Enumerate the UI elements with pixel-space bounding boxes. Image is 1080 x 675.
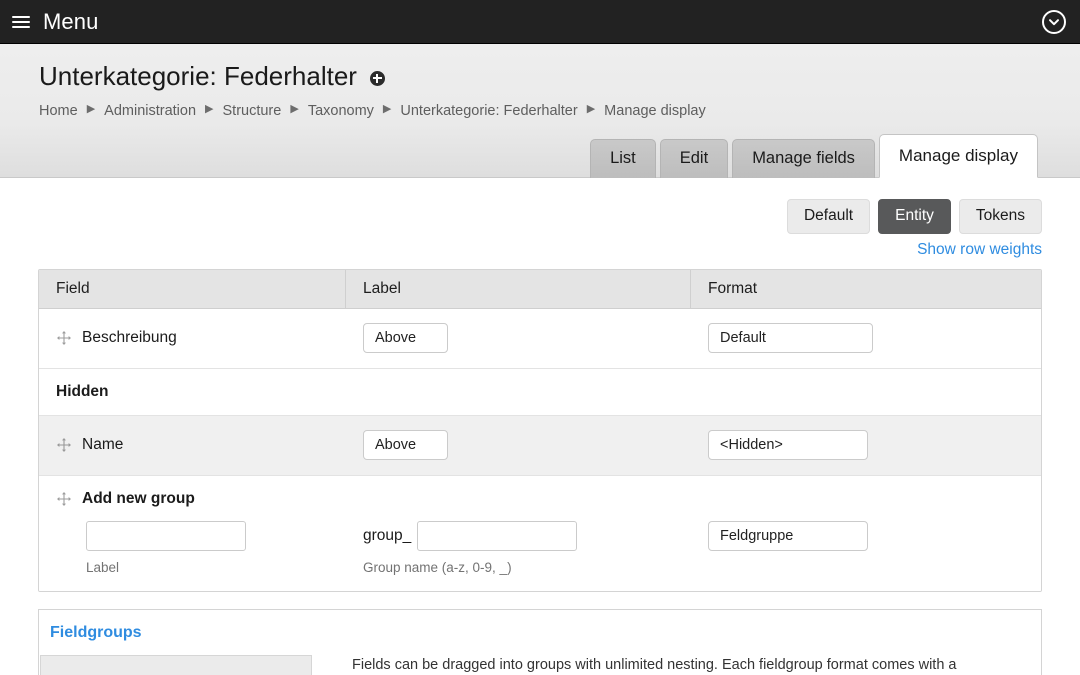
tab-bar: List Edit Manage fields Manage display [590,133,1038,178]
toolbar-left-group: Menu [12,9,98,35]
breadcrumb: Home ▶ Administration ▶ Structure ▶ Taxo… [0,103,1080,119]
view-mode-default-button[interactable]: Default [786,199,871,234]
breadcrumb-separator-icon: ▶ [205,103,214,116]
format-select[interactable]: Default [708,323,873,354]
group-name-input-wrap: group_ [363,520,691,551]
format-select[interactable]: <Hidden> [708,430,868,461]
add-new-group-row: Add new group Label group_ Group name (a… [39,475,1041,591]
section-title-hidden: Hidden [56,382,109,400]
table-row: Name Above <Hidden> [39,415,1041,476]
new-group-label-input[interactable] [86,520,246,551]
row-field-cell: Beschreibung [39,329,346,347]
add-group-format-column: Feldgruppe [691,520,1041,551]
column-header-field: Field [39,269,346,308]
tab-manage-display[interactable]: Manage display [878,133,1038,178]
new-group-label-description: Label [86,559,120,575]
add-group-label-column: Label [39,520,346,575]
move-handle-icon[interactable] [56,491,72,507]
tab-manage-fields[interactable]: Manage fields [732,139,875,178]
fieldgroups-panel: Fieldgroups Fields can be dragged into g… [38,608,1042,675]
top-toolbar: Menu [0,0,1080,44]
add-new-group-fields: Label group_ Group name (a-z, 0-9, _) Fe… [39,520,1041,575]
row-label-cell: Above [346,323,691,354]
tab-list[interactable]: List [590,139,656,178]
row-label-cell: Above [346,430,691,461]
breadcrumb-separator-icon: ▶ [382,103,392,116]
row-format-cell: <Hidden> [691,430,1041,461]
fieldgroups-body: Fields can be dragged into groups with u… [39,654,1041,675]
view-mode-entity-button[interactable]: Entity [878,199,951,234]
table-section-hidden: Hidden [39,368,1041,416]
show-row-weights-link[interactable]: Show row weights [917,241,1042,259]
tab-edit[interactable]: Edit [659,139,729,178]
new-group-name-input[interactable] [417,520,578,551]
chevron-down-circle-icon[interactable] [1042,9,1066,34]
fieldgroups-description: Fields can be dragged into groups with u… [352,656,957,673]
page-header: Unterkategorie: Federhalter Home ▶ Admin… [0,44,1080,178]
page-title-row: Unterkategorie: Federhalter [0,62,1080,91]
table-row: Beschreibung Above Default [39,308,1041,369]
add-new-group-header: Add new group [39,490,1041,508]
breadcrumb-item-unterkategorie[interactable]: Unterkategorie: Federhalter [400,103,577,119]
hamburger-icon[interactable] [12,15,30,28]
view-mode-button-group: Default Entity Tokens [38,178,1042,234]
field-label-name: Name [82,436,124,454]
page-title: Unterkategorie: Federhalter [39,61,357,91]
fieldgroups-left-box [40,654,312,675]
breadcrumb-separator-icon: ▶ [290,103,299,116]
add-new-group-title: Add new group [82,489,195,507]
add-group-name-column: group_ Group name (a-z, 0-9, _) [346,520,691,575]
new-group-format-select[interactable]: Feldgruppe [708,520,868,551]
breadcrumb-item-structure[interactable]: Structure [223,103,282,119]
breadcrumb-item-taxonomy[interactable]: Taxonomy [308,103,374,119]
main-content: Default Entity Tokens Show row weights F… [0,178,1080,675]
menu-label[interactable]: Menu [43,9,98,35]
column-header-format: Format [708,279,758,297]
row-field-cell: Name [39,436,346,454]
view-mode-tokens-button[interactable]: Tokens [958,199,1042,234]
fieldgroups-title[interactable]: Fieldgroups [39,624,1041,642]
field-label-beschreibung: Beschreibung [82,329,177,347]
group-name-prefix: group_ [363,526,412,544]
label-position-select[interactable]: Above [363,430,448,461]
label-position-select[interactable]: Above [363,323,448,354]
breadcrumb-separator-icon: ▶ [86,103,96,116]
add-circle-icon[interactable] [369,70,385,86]
manage-display-table: Field Label Format Beschreibung Above De… [38,268,1042,592]
table-header-row: Field Label Format [39,269,1041,309]
breadcrumb-item-administration[interactable]: Administration [104,103,196,119]
move-handle-icon[interactable] [56,437,72,453]
row-format-cell: Default [691,323,1041,354]
row-weights-row: Show row weights [38,234,1042,259]
breadcrumb-item-home[interactable]: Home [39,103,78,119]
column-header-label: Label [346,269,691,308]
breadcrumb-item-current: Manage display [604,102,706,119]
new-group-name-description: Group name (a-z, 0-9, _) [363,559,512,575]
breadcrumb-separator-icon: ▶ [586,103,596,116]
move-handle-icon[interactable] [56,330,72,346]
